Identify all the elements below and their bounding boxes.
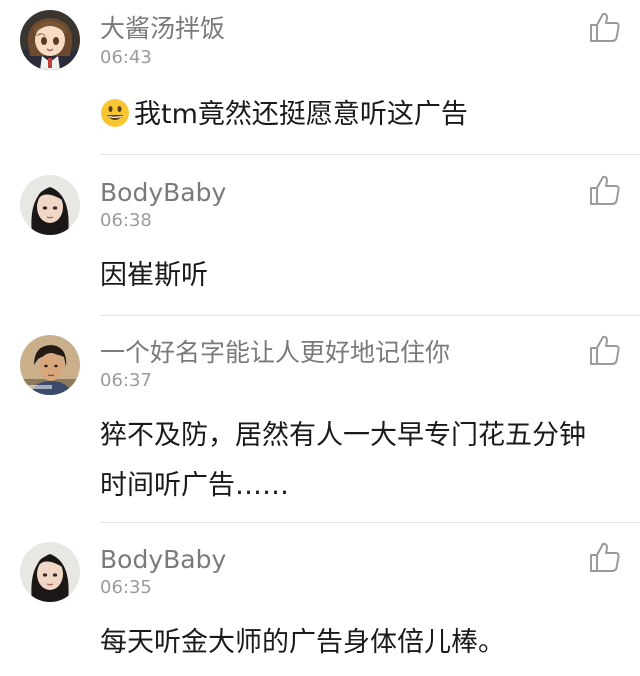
comment-text: 每天听金大师的广告身体倍儿棒。	[100, 627, 505, 658]
comment-text: 我tm竟然还挺愿意听这广告	[100, 90, 620, 140]
thumbs-up-icon[interactable]	[588, 540, 622, 574]
comment-item: BodyBaby 06:38 因崔斯听	[0, 155, 640, 316]
comment-timestamp: 06:38	[100, 210, 152, 231]
comment-item: 大酱汤拌饭 06:43 我tm竟然还挺愿意听这广告	[0, 0, 640, 155]
thumbs-up-icon[interactable]	[588, 333, 622, 367]
comment-text: 因崔斯听	[100, 260, 208, 291]
avatar[interactable]	[20, 175, 80, 235]
comment-text-line: 猝不及防，居然有人一大早专门花五分钟	[100, 420, 586, 451]
comment-item: BodyBaby 06:35 每天听金大师的广告身体倍儿棒。	[0, 522, 640, 676]
comment-timestamp: 06:37	[100, 370, 152, 391]
comment-author-name[interactable]: BodyBaby	[100, 545, 226, 575]
comment-text-line: 时间听广告……	[100, 470, 289, 501]
comment-timestamp: 06:35	[100, 577, 152, 598]
thumbs-up-icon[interactable]	[588, 173, 622, 207]
avatar[interactable]	[20, 542, 80, 602]
comment-author-name[interactable]: 大酱汤拌饭	[100, 14, 225, 44]
comment-timestamp: 06:43	[100, 47, 152, 68]
thumbs-up-icon[interactable]	[588, 10, 622, 44]
comment-author-name[interactable]: 一个好名字能让人更好地记住你	[100, 338, 450, 368]
comment-text: 猝不及防，居然有人一大早专门花五分钟 时间听广告……	[100, 411, 620, 511]
grinning-face-emoji	[101, 99, 129, 127]
comment-author-name[interactable]: BodyBaby	[100, 178, 226, 208]
avatar[interactable]	[20, 10, 80, 70]
comment-text-content: 我tm竟然还挺愿意听这广告	[134, 99, 468, 130]
comment-item: 一个好名字能让人更好地记住你 06:37 猝不及防，居然有人一大早专门花五分钟 …	[0, 315, 640, 523]
avatar[interactable]	[20, 335, 80, 395]
